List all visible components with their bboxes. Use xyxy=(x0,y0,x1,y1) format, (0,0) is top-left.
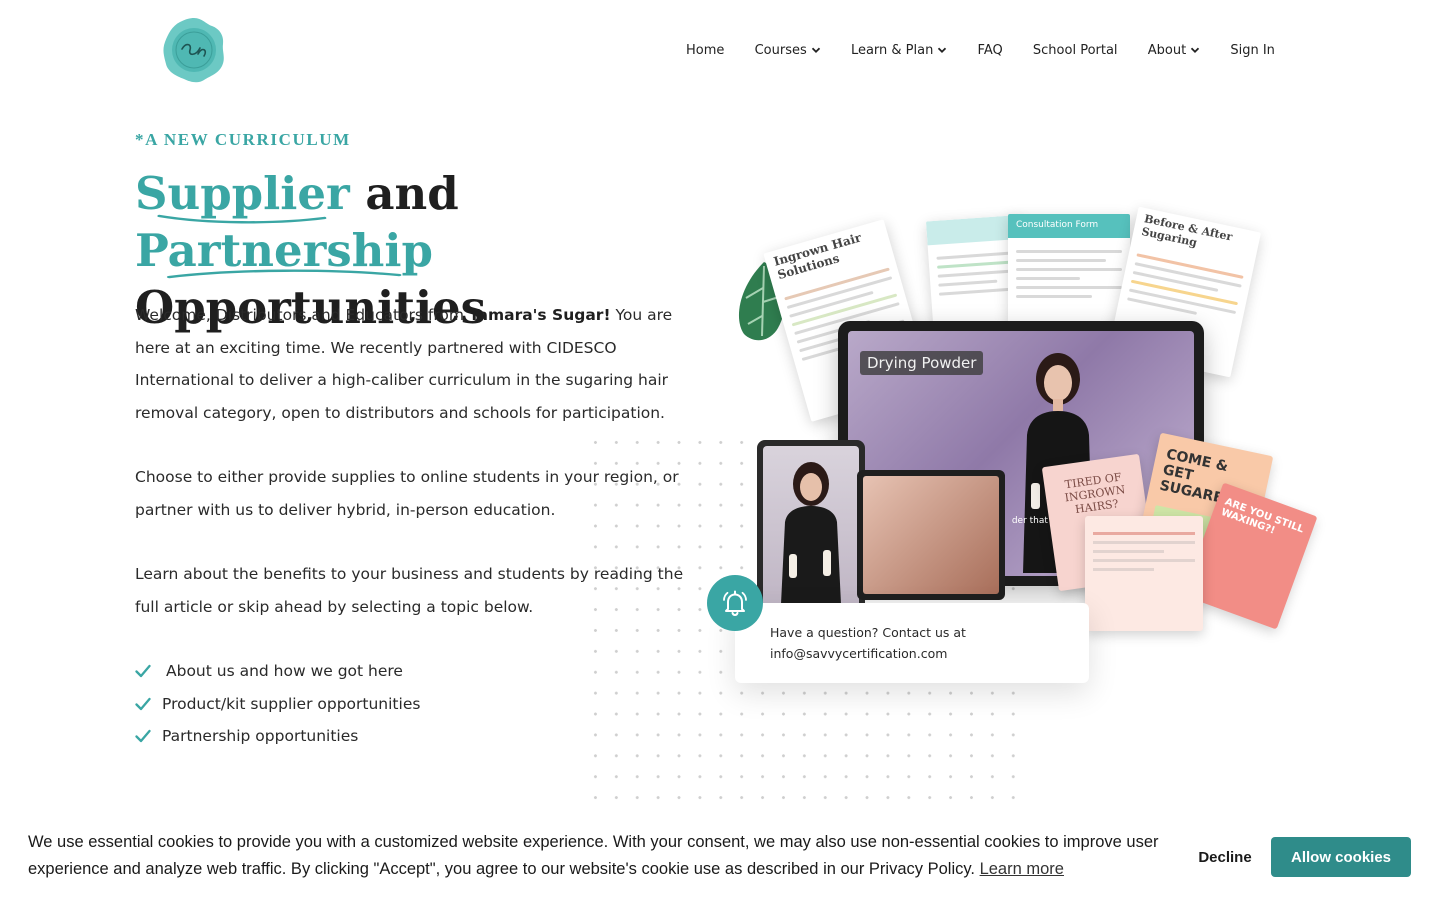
bell-icon xyxy=(723,590,747,617)
instructor-figure xyxy=(781,462,841,604)
video-caption: Drying Powder xyxy=(860,351,984,375)
main-nav: Home Courses Learn & Plan FAQ School Por… xyxy=(686,40,1275,60)
contact-email[interactable]: info@savvycertification.com xyxy=(770,643,1054,664)
learn-more-link[interactable]: Learn more xyxy=(980,860,1064,878)
chevron-down-icon xyxy=(811,47,820,53)
decline-cookies-button[interactable]: Decline xyxy=(1185,837,1265,877)
eyebrow: *A NEW CURRICULUM xyxy=(135,130,351,149)
nav-home[interactable]: Home xyxy=(686,43,724,58)
nav-learn-plan-label: Learn & Plan xyxy=(850,42,934,58)
wax-seal-logo-icon xyxy=(163,18,224,83)
nav-school-portal-label: School Portal xyxy=(1032,42,1118,58)
nav-faq[interactable]: FAQ xyxy=(978,43,1003,58)
allow-cookies-button[interactable]: Allow cookies xyxy=(1271,837,1411,877)
nav-school-portal[interactable]: School Portal xyxy=(1033,43,1118,58)
cookie-banner: We use essential cookies to provide you … xyxy=(0,816,1440,900)
tablet-screen xyxy=(763,446,859,609)
topic-item[interactable]: Partnership opportunities xyxy=(135,720,420,753)
topic-label: About us and how we got here xyxy=(166,662,403,681)
topic-item[interactable]: Product/kit supplier opportunities xyxy=(135,688,420,721)
checkmark-icon xyxy=(135,697,151,710)
checkmark-icon xyxy=(135,665,151,678)
headline-supplier: Supplier xyxy=(135,165,350,224)
doc-title: Consultation Form xyxy=(1008,214,1130,238)
nav-about-label: About xyxy=(1147,42,1187,58)
nav-courses[interactable]: Courses xyxy=(755,43,821,58)
topic-label: Partnership opportunities xyxy=(162,727,359,746)
contact-line-1: Have a question? Contact us at xyxy=(770,625,966,640)
intro-prefix: Welcome, Distributors and Educators from xyxy=(135,306,469,324)
cookie-message: We use essential cookies to provide you … xyxy=(28,829,1168,883)
underline-swash-icon xyxy=(166,269,402,279)
nav-about[interactable]: About xyxy=(1148,43,1200,58)
laptop-device xyxy=(857,470,1005,600)
checkmark-icon xyxy=(135,730,151,743)
intro-bold: Tamara's Sugar! xyxy=(468,306,611,324)
laptop-screen xyxy=(863,476,999,594)
topic-label: Product/kit supplier opportunities xyxy=(162,694,421,713)
contact-card: Have a question? Contact us at info@savv… xyxy=(735,603,1089,683)
headline-partnership: Partnership xyxy=(135,222,433,279)
doc-consultation-form: Consultation Form xyxy=(1008,214,1130,324)
course-collage: Ingrown Hair Solutions Consultation Form… xyxy=(730,198,1318,648)
topic-list: About us and how we got here Product/kit… xyxy=(135,655,420,753)
nav-learn-plan[interactable]: Learn & Plan xyxy=(851,43,947,58)
nav-home-label: Home xyxy=(686,42,725,58)
topic-item[interactable]: About us and how we got here xyxy=(135,655,420,688)
nav-sign-in[interactable]: Sign In xyxy=(1230,43,1275,58)
nav-courses-label: Courses xyxy=(754,42,807,58)
intro-paragraph: Welcome, Distributors and Educators from… xyxy=(135,299,705,429)
tablet-device xyxy=(757,440,865,615)
chevron-down-icon xyxy=(1191,47,1200,53)
nav-sign-in-label: Sign In xyxy=(1230,42,1275,58)
logo[interactable] xyxy=(162,16,226,84)
chevron-down-icon xyxy=(938,47,947,53)
card-skin-condition xyxy=(1085,516,1203,631)
notification-bell-button[interactable] xyxy=(707,575,763,631)
nav-faq-label: FAQ xyxy=(977,42,1003,58)
headline-and: and xyxy=(365,167,459,220)
